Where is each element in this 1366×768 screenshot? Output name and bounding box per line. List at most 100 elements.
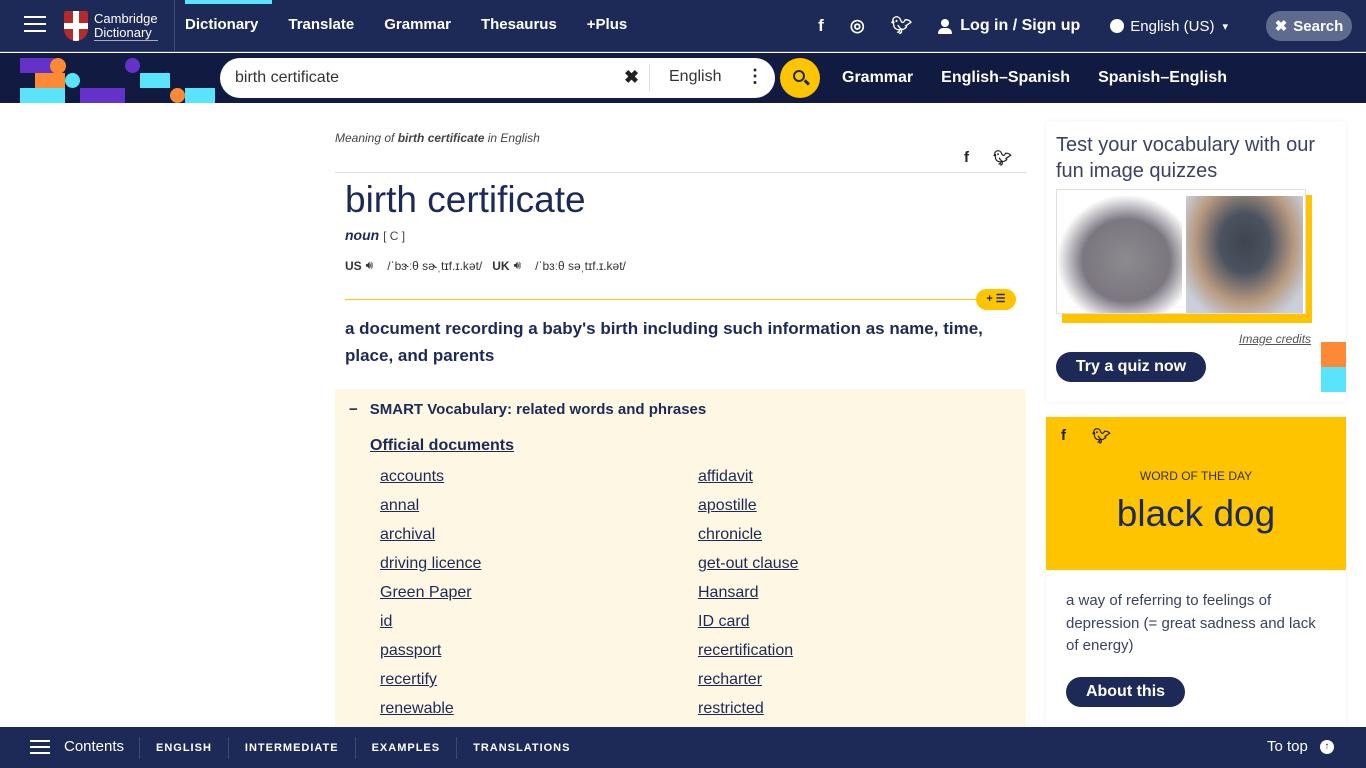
quiz-card: Test your vocabulary with our fun image …: [1046, 122, 1346, 402]
top-navigation: Cambridge Dictionary Dictionary Translat…: [0, 0, 1366, 52]
related-words-col1: accounts annal archival driving licence …: [380, 466, 481, 727]
link-english-spanish[interactable]: English–Spanish: [941, 69, 1070, 87]
sense-divider: [345, 299, 985, 300]
twitter-icon[interactable]: 🐦︎: [993, 149, 1012, 167]
nav-thesaurus[interactable]: Thesaurus: [481, 0, 557, 52]
image-credits-link[interactable]: Image credits: [1239, 332, 1311, 346]
related-word-link[interactable]: affidavit: [698, 466, 799, 495]
nav-divider: [174, 0, 175, 52]
search-submit-button[interactable]: [780, 58, 820, 98]
headword: birth certificate: [345, 179, 586, 220]
uk-label: UK: [492, 258, 510, 273]
smart-vocabulary-toggle[interactable]: − SMART Vocabulary: related words and ph…: [349, 401, 706, 418]
tab-examples[interactable]: EXAMPLES: [354, 736, 457, 759]
decorative-square: [1321, 342, 1346, 367]
try-quiz-button[interactable]: Try a quiz now: [1056, 352, 1206, 382]
collapse-icon: −: [349, 401, 358, 418]
related-word-link[interactable]: Hansard: [698, 582, 799, 611]
main-nav: Dictionary Translate Grammar Thesaurus +…: [185, 0, 657, 52]
facebook-icon[interactable]: f: [964, 149, 969, 167]
quiz-title: Test your vocabulary with our fun image …: [1056, 134, 1316, 182]
search-input[interactable]: [235, 68, 615, 88]
bottom-bar: Contents ENGLISH INTERMEDIATE EXAMPLES T…: [0, 727, 1366, 768]
related-word-link[interactable]: archival: [380, 524, 481, 553]
related-word-link[interactable]: driving licence: [380, 553, 481, 582]
nav-plus[interactable]: +Plus: [587, 0, 627, 52]
nav-translate[interactable]: Translate: [288, 0, 354, 52]
clear-search-icon[interactable]: ✖: [624, 67, 639, 88]
divider: [335, 172, 1026, 173]
about-this-button[interactable]: About this: [1066, 677, 1185, 707]
topic-link[interactable]: Official documents: [370, 437, 514, 455]
speaker-icon[interactable]: 🔊︎: [366, 258, 374, 273]
twitter-icon[interactable]: 🐦︎: [1092, 427, 1111, 445]
facebook-icon[interactable]: f: [818, 16, 824, 36]
wotd-word[interactable]: black dog: [1046, 493, 1346, 535]
tab-intermediate[interactable]: INTERMEDIATE: [227, 736, 355, 759]
arrow-up-icon: ↑: [1319, 739, 1334, 754]
facebook-icon[interactable]: f: [1061, 427, 1066, 445]
related-word-link[interactable]: Green Paper: [380, 582, 481, 611]
definition: a document recording a baby's birth incl…: [345, 319, 983, 365]
related-word-link[interactable]: chronicle: [698, 524, 799, 553]
speaker-icon[interactable]: 🔊︎: [514, 258, 522, 273]
dictionary-select[interactable]: English: [669, 68, 721, 86]
globe-icon: [1110, 19, 1125, 33]
shield-icon: [64, 11, 88, 41]
entry-share: f 🐦︎: [940, 149, 1012, 167]
link-grammar[interactable]: Grammar: [842, 69, 913, 87]
related-word-link[interactable]: apostille: [698, 495, 799, 524]
search-icon: [793, 70, 805, 82]
related-word-link[interactable]: ID card: [698, 611, 799, 640]
menu-icon[interactable]: [24, 16, 46, 34]
us-label: US: [345, 258, 362, 273]
nav-grammar[interactable]: Grammar: [384, 0, 451, 52]
twitter-icon[interactable]: 🐦︎: [891, 16, 913, 36]
related-word-link[interactable]: recertify: [380, 669, 481, 698]
meaning-caption: Meaning of birth certificate in English: [335, 131, 540, 145]
related-word-link[interactable]: recharter: [698, 669, 799, 698]
search-divider: [649, 64, 650, 92]
logo-line2: Dictionary: [94, 25, 158, 41]
link-spanish-english[interactable]: Spanish–English: [1098, 69, 1227, 87]
pronunciations: US 🔊︎ /ˈbɝːθ sɚˌtɪf.ɪ.kət/ UK 🔊︎ /ˈbɜːθ …: [345, 258, 636, 273]
contents-button[interactable]: Contents: [64, 738, 124, 755]
wotd-definition: a way of referring to feelings of depres…: [1066, 592, 1316, 654]
tab-translations[interactable]: TRANSLATIONS: [456, 736, 586, 759]
search-toggle-button[interactable]: ✖ Search: [1266, 11, 1352, 41]
related-word-link[interactable]: annal: [380, 495, 481, 524]
related-word-link[interactable]: restricted: [698, 698, 799, 727]
word-of-the-day-card: f 🐦︎ WORD OF THE DAY black dog a way of …: [1046, 417, 1346, 727]
seal-image: [1186, 196, 1303, 313]
related-word-link[interactable]: get-out clause: [698, 553, 799, 582]
chevron-down-icon: ▾: [1222, 20, 1228, 33]
related-word-link[interactable]: renewable: [380, 698, 481, 727]
quiz-images[interactable]: [1056, 189, 1306, 314]
related-word-link[interactable]: recertification: [698, 640, 799, 669]
user-icon: [938, 18, 953, 34]
tab-english[interactable]: ENGLISH: [139, 736, 228, 759]
close-icon: ✖: [1274, 18, 1288, 35]
hippo-image: [1058, 196, 1182, 313]
related-word-link[interactable]: passport: [380, 640, 481, 669]
menu-icon[interactable]: [30, 740, 50, 755]
us-ipa: /ˈbɝːθ sɚˌtɪf.ɪ.kət/: [387, 258, 483, 273]
uk-ipa: /ˈbɜːθ səˌtɪf.ɪ.kət/: [535, 258, 626, 273]
add-to-wordlist-button[interactable]: + ☰: [976, 289, 1016, 310]
cambridge-logo[interactable]: Cambridge Dictionary: [64, 10, 158, 42]
smart-vocabulary-panel: − SMART Vocabulary: related words and ph…: [335, 389, 1026, 749]
more-options-icon[interactable]: ⋮: [746, 66, 764, 87]
login-link[interactable]: Log in / Sign up: [938, 17, 1080, 35]
logo-line1: Cambridge: [94, 10, 158, 26]
to-top-button[interactable]: To top ↑: [1267, 738, 1334, 755]
nav-dictionary[interactable]: Dictionary: [185, 0, 273, 52]
related-words-col2: affidavit apostille chronicle get-out cl…: [698, 466, 799, 727]
decorative-square: [1321, 367, 1346, 392]
instagram-icon[interactable]: ◎: [850, 16, 865, 36]
search-band: ✖ English ⋮ Grammar English–Spanish Span…: [0, 53, 1366, 103]
language-selector[interactable]: English (US) ▾: [1110, 18, 1228, 35]
related-word-link[interactable]: id: [380, 611, 481, 640]
related-word-link[interactable]: accounts: [380, 466, 481, 495]
search-box: ✖ English ⋮: [220, 58, 775, 98]
wotd-label: WORD OF THE DAY: [1139, 469, 1253, 483]
